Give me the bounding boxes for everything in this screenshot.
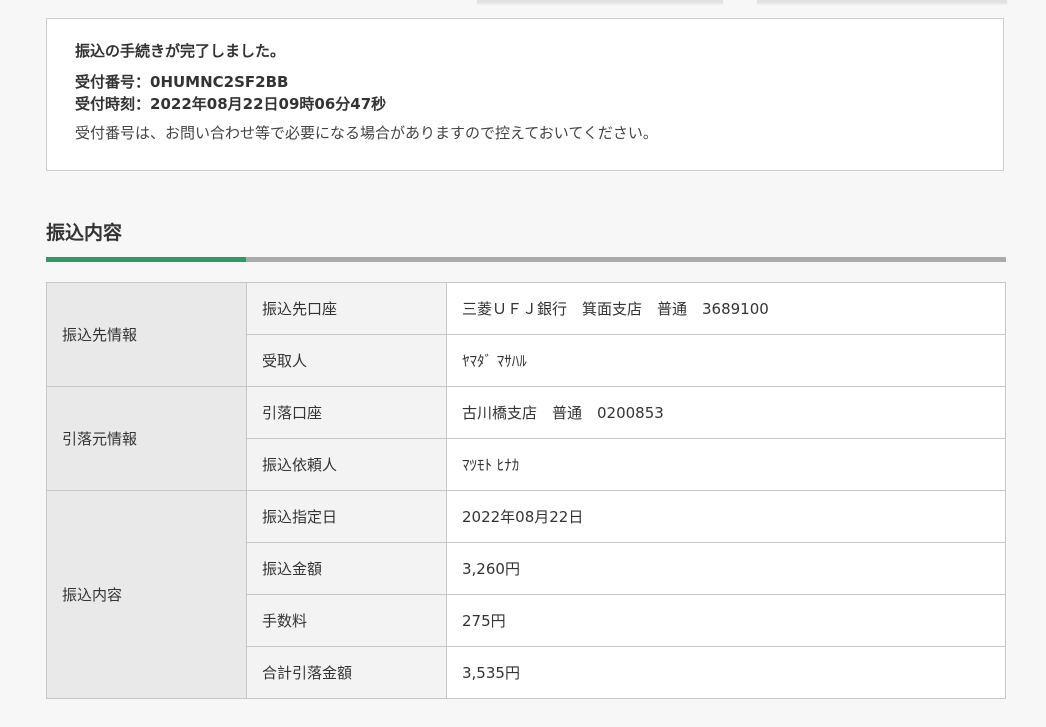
row-label-payee-account: 振込先口座	[246, 282, 447, 335]
section-divider-accent	[46, 257, 246, 262]
top-tab-left[interactable]	[477, 0, 723, 3]
row-value-transfer-date: 2022年08月22日	[446, 490, 1006, 543]
table-row: 振込先情報 振込先口座 三菱ＵＦＪ銀行 箕面支店 普通 3689100	[46, 282, 1006, 387]
reception-number-label: 受付番号：	[75, 73, 151, 91]
row-value-transfer-amount: 3,260円	[446, 542, 1006, 595]
row-value-recipient: ﾔﾏﾀﾞ ﾏｻﾊﾙ	[446, 334, 1006, 387]
row-label-transfer-date: 振込指定日	[246, 490, 447, 543]
reception-number-value: 0HUMNC2SF2BB	[150, 73, 289, 91]
table-row: 引落元情報 引落口座 古川橋支店 普通 0200853	[46, 386, 1006, 491]
completion-headline: 振込の手続きが完了しました。	[75, 42, 286, 60]
reception-note: 受付番号は、お問い合わせ等で必要になる場合がありますので控えておいてください。	[75, 124, 658, 142]
row-label-transfer-amount: 振込金額	[246, 542, 447, 595]
group-label-debit-source: 引落元情報	[46, 386, 247, 491]
row-value-total-debit: 3,535円	[446, 646, 1006, 699]
row-label-fee: 手数料	[246, 594, 447, 647]
section-divider	[46, 257, 1006, 262]
table-row: 振込内容 振込指定日 2022年08月22日	[46, 490, 1006, 699]
row-value-requester: ﾏﾂﾓﾄ ﾋﾅｶ	[446, 438, 1006, 491]
group-label-transfer-content: 振込内容	[46, 490, 247, 699]
row-value-fee: 275円	[446, 594, 1006, 647]
group-label-payee: 振込先情報	[46, 282, 247, 387]
completion-notice: 振込の手続きが完了しました。 受付番号： 0HUMNC2SF2BB 受付時刻： …	[46, 18, 1004, 171]
reception-time-label: 受付時刻：	[75, 95, 151, 113]
row-label-recipient: 受取人	[246, 334, 447, 387]
reception-number-row: 受付番号： 0HUMNC2SF2BB	[75, 71, 975, 93]
reception-time-row: 受付時刻： 2022年08月22日09時06分47秒	[75, 93, 975, 115]
transfer-detail-table: 振込先情報 振込先口座 三菱ＵＦＪ銀行 箕面支店 普通 3689100 受取人 …	[46, 282, 1006, 699]
top-tab-right[interactable]	[757, 0, 1007, 3]
section-title: 振込内容	[46, 222, 123, 244]
row-value-payee-account: 三菱ＵＦＪ銀行 箕面支店 普通 3689100	[446, 282, 1006, 335]
row-label-total-debit: 合計引落金額	[246, 646, 447, 699]
row-label-requester: 振込依頼人	[246, 438, 447, 491]
reception-time-value: 2022年08月22日09時06分47秒	[150, 95, 387, 113]
row-label-debit-account: 引落口座	[246, 386, 447, 439]
row-value-debit-account: 古川橋支店 普通 0200853	[446, 386, 1006, 439]
